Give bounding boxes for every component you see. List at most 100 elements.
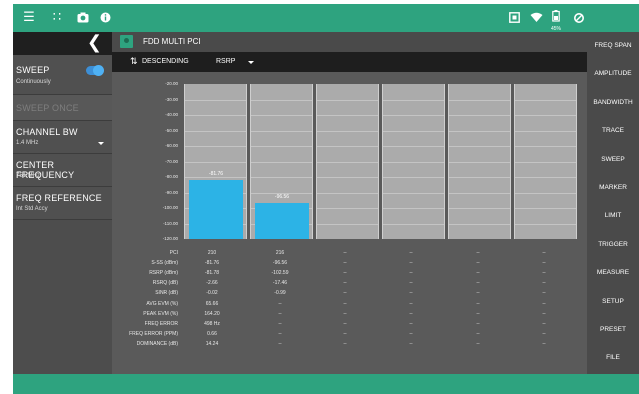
channel-bw-value: 1.4 MHz xyxy=(16,140,39,146)
gridline xyxy=(515,177,576,178)
menu-preset[interactable]: PRESET xyxy=(587,326,639,333)
freq-reference-item[interactable]: FREQ REFERENCE Int Std Accy xyxy=(13,187,112,220)
menu-freq-span[interactable]: FREQ SPAN xyxy=(587,42,639,49)
menu-amplitude[interactable]: AMPLITUDE xyxy=(587,70,639,77)
table-cell: -- xyxy=(343,250,347,256)
gridline xyxy=(449,146,510,147)
table-cell: -- xyxy=(409,250,413,256)
table-cell: -96.56 xyxy=(272,260,288,267)
gridline xyxy=(515,115,576,116)
chevron-left-icon[interactable]: ❮ xyxy=(87,33,102,53)
bar xyxy=(255,202,309,239)
gridline xyxy=(317,115,378,116)
gridline xyxy=(317,161,378,163)
sweep-item[interactable]: SWEEP Continuously xyxy=(13,55,112,95)
sort-icon[interactable]: ⇅ xyxy=(130,57,138,67)
gridline xyxy=(383,208,444,209)
y-tick-label: -50.00 xyxy=(165,127,178,133)
gridline xyxy=(317,208,378,209)
table-cell: 498 Hz xyxy=(204,320,220,327)
table-cell: 164.20 xyxy=(204,310,220,317)
y-tick-label: -30.00 xyxy=(165,96,178,102)
table-cell: -- xyxy=(476,340,480,347)
table-cell: -- xyxy=(542,260,546,267)
table-cell: -- xyxy=(278,300,282,307)
menu-bandwidth[interactable]: BANDWIDTH xyxy=(587,99,639,106)
y-tick-label: -40.00 xyxy=(165,112,178,117)
info-icon[interactable] xyxy=(95,8,115,28)
table-cell: 65.66 xyxy=(205,300,219,307)
table-cell: -0.99 xyxy=(274,290,286,297)
table-cell: -- xyxy=(278,340,282,347)
gridline xyxy=(515,161,576,163)
table-cell: 14.24 xyxy=(205,340,219,347)
menu-trigger[interactable]: TRIGGER xyxy=(587,241,639,248)
center-frequency-value: 751 MHz xyxy=(16,173,41,179)
screen-icon[interactable] xyxy=(504,8,524,28)
row-label: S-SS (dBm) xyxy=(151,260,178,267)
menu-sweep[interactable]: SWEEP xyxy=(587,156,639,163)
row-label: SINR (dB) xyxy=(155,290,178,297)
menu-icon[interactable]: ☰ xyxy=(19,8,39,28)
y-tick-label: -20.00 xyxy=(165,81,178,86)
table-cell: -- xyxy=(542,300,546,307)
bar-column xyxy=(514,84,577,239)
bar-value-label: -96.56 xyxy=(274,193,290,200)
table-cell: -- xyxy=(409,340,413,347)
table-cell: -- xyxy=(476,320,480,327)
sort-metric[interactable]: RSRP xyxy=(216,58,235,65)
table-cell: -- xyxy=(542,270,546,277)
row-label: RSRP (dBm) xyxy=(149,270,178,277)
settings-icon[interactable] xyxy=(569,8,589,28)
bar-column xyxy=(382,84,445,239)
sort-bar[interactable]: ⇅ DESCENDING RSRP xyxy=(112,52,587,72)
table-cell: 210 xyxy=(207,250,217,256)
table-cell: -- xyxy=(278,330,282,337)
gridline xyxy=(449,161,510,163)
table-cell: -- xyxy=(476,270,480,277)
menu-measure[interactable]: MEASURE xyxy=(587,269,639,276)
gridline xyxy=(251,161,312,163)
back-bar[interactable]: ❮ xyxy=(13,32,112,55)
channel-bw-item[interactable]: CHANNEL BW 1.4 MHz xyxy=(13,121,112,154)
measurement-icon xyxy=(120,35,133,48)
gridline xyxy=(251,99,312,101)
wifi-icon[interactable] xyxy=(526,8,546,28)
gridline xyxy=(383,223,444,225)
table-cell: -- xyxy=(542,320,546,327)
y-tick-label: -60.00 xyxy=(165,143,178,148)
center-frequency-item[interactable]: CENTER FREQUENCY 751 MHz xyxy=(13,154,112,187)
y-tick-label: -80.00 xyxy=(165,174,178,179)
y-tick-label: -120.00 xyxy=(162,236,178,241)
sweep-toggle[interactable] xyxy=(86,65,104,76)
table-cell: -- xyxy=(476,250,480,256)
menu-file[interactable]: FILE xyxy=(587,354,639,361)
sort-order[interactable]: DESCENDING xyxy=(142,58,189,65)
gridline xyxy=(515,99,576,101)
menu-trace[interactable]: TRACE xyxy=(587,127,639,134)
table-cell: -- xyxy=(343,330,347,337)
table-cell: -- xyxy=(409,300,413,307)
camera-icon[interactable] xyxy=(73,8,93,28)
gridline xyxy=(449,208,510,209)
gridline xyxy=(185,99,246,101)
table-cell: -0.02 xyxy=(206,290,218,297)
table-cell: -- xyxy=(343,310,347,317)
gridline xyxy=(251,130,312,132)
menu-marker[interactable]: MARKER xyxy=(587,184,639,191)
gridline xyxy=(317,177,378,178)
table-cell: -- xyxy=(343,280,347,287)
table-cell: -- xyxy=(476,300,480,307)
gridline xyxy=(251,146,312,147)
measurement-title-bar: FDD MULTI PCI xyxy=(112,32,587,52)
gridline xyxy=(515,192,576,194)
chevron-down-icon[interactable] xyxy=(248,61,254,64)
menu-limit[interactable]: LIMIT xyxy=(587,212,639,219)
sweep-mode: Continuously xyxy=(16,79,51,85)
bar-column xyxy=(316,84,379,239)
row-label: FREQ ERROR xyxy=(144,320,178,327)
grid-icon[interactable]: ∷ xyxy=(47,8,67,28)
bar-value-label: -81.76 xyxy=(208,170,224,177)
menu-setup[interactable]: SETUP xyxy=(587,298,639,305)
gridline xyxy=(383,192,444,194)
